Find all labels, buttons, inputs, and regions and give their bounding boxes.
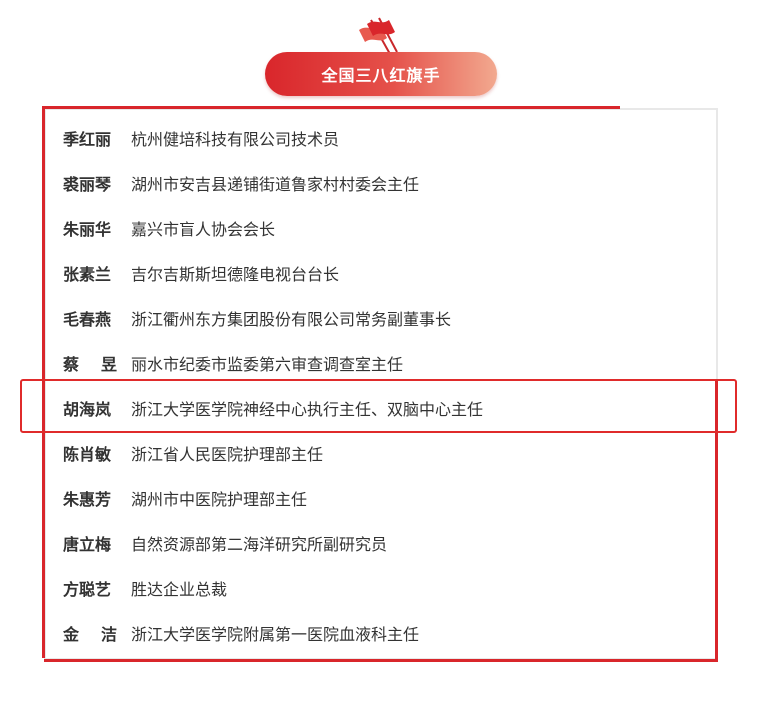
list-item: 裘丽琴 湖州市安吉县递铺街道鲁家村村委会主任 (63, 171, 419, 195)
list-item: 唐立梅 自然资源部第二海洋研究所副研究员 (63, 531, 387, 555)
honoree-name: 裘丽琴 (63, 175, 112, 194)
honoree-role: 杭州健培科技有限公司技术员 (131, 130, 340, 149)
honoree-role: 吉尔吉斯斯坦德隆电视台台长 (131, 265, 340, 284)
list-item: 朱丽华 嘉兴市盲人协会会长 (63, 216, 275, 240)
list-item: 方聪艺 胜达企业总裁 (63, 576, 227, 600)
box-accent-bottom (44, 659, 718, 662)
honoree-name: 唐立梅 (63, 535, 112, 554)
honoree-role: 浙江省人民医院护理部主任 (131, 445, 324, 464)
list-item: 张素兰 吉尔吉斯斯坦德隆电视台台长 (63, 261, 339, 285)
list-item: 朱惠芳 湖州市中医院护理部主任 (63, 486, 307, 510)
honoree-role: 浙江衢州东方集团股份有限公司常务副董事长 (131, 310, 452, 329)
section-title-pill: 全国三八红旗手 (265, 52, 497, 96)
honoree-role: 丽水市纪委市监委第六审查调查室主任 (131, 355, 404, 374)
honoree-role: 湖州市中医院护理部主任 (131, 490, 308, 509)
flags-icon (359, 17, 398, 55)
honoree-role: 自然资源部第二海洋研究所副研究员 (131, 535, 388, 554)
box-accent-top (42, 106, 620, 109)
honoree-name: 张素兰 (63, 265, 112, 284)
honoree-role: 胜达企业总裁 (131, 580, 228, 599)
list-item: 蔡昱 丽水市纪委市监委第六审查调查室主任 (63, 351, 403, 375)
honoree-name: 朱丽华 (63, 220, 112, 239)
honoree-name: 朱惠芳 (63, 490, 112, 509)
honoree-role: 浙江大学医学院附属第一医院血液科主任 (131, 625, 420, 644)
honoree-name: 季红丽 (63, 130, 112, 149)
list-item: 陈肖敏 浙江省人民医院护理部主任 (63, 441, 323, 465)
section-title: 全国三八红旗手 (321, 66, 441, 85)
highlight-frame (20, 379, 737, 433)
honoree-name: 蔡昱 (63, 355, 117, 374)
honoree-name: 毛春燕 (63, 310, 112, 329)
list-item: 毛春燕 浙江衢州东方集团股份有限公司常务副董事长 (63, 306, 451, 330)
list-item: 金洁 浙江大学医学院附属第一医院血液科主任 (63, 621, 419, 645)
honoree-name: 陈肖敏 (63, 445, 112, 464)
list-item: 季红丽 杭州健培科技有限公司技术员 (63, 126, 339, 150)
honoree-name: 方聪艺 (63, 580, 112, 599)
honoree-name: 金洁 (63, 625, 117, 644)
honoree-role: 嘉兴市盲人协会会长 (131, 220, 276, 239)
honoree-role: 湖州市安吉县递铺街道鲁家村村委会主任 (131, 175, 420, 194)
